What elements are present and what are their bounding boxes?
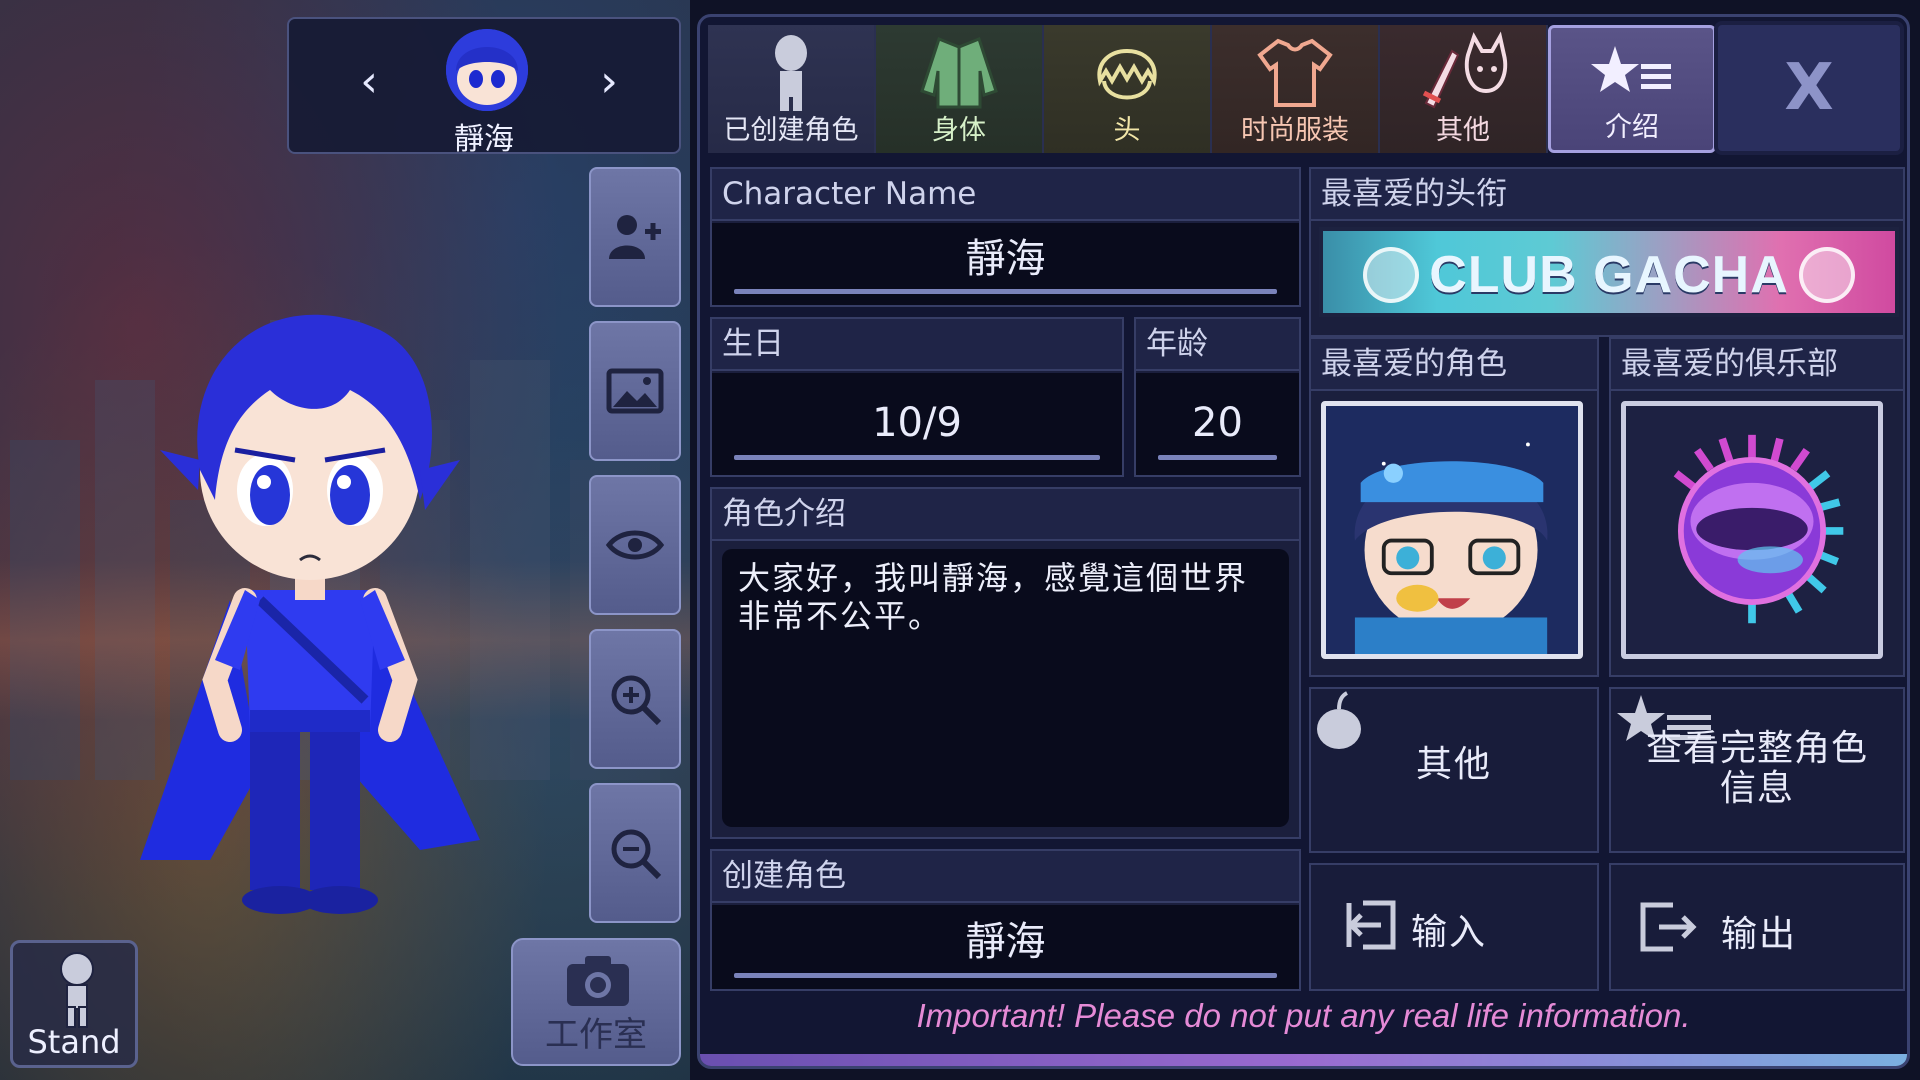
gacha-orb-icon: [1799, 247, 1855, 303]
import-icon: [1346, 900, 1396, 950]
favorite-title-badge[interactable]: CLUB GACHA: [1319, 227, 1899, 317]
input-underline: [734, 973, 1277, 978]
hair-icon: [1097, 49, 1157, 100]
zoom-out-icon: [611, 829, 662, 880]
view-full-profile-button[interactable]: 查看完整角色信息: [1609, 687, 1905, 853]
tab-label: 已创建角色: [723, 115, 859, 146]
favorite-character-label: 最喜爱的角色: [1311, 339, 1597, 391]
tab-label: 身体: [932, 115, 986, 146]
favorite-character-field: 最喜爱的角色: [1309, 337, 1599, 677]
visibility-button[interactable]: [589, 475, 681, 615]
export-icon: [1640, 902, 1697, 952]
tshirt-icon: [1257, 38, 1333, 107]
creator-title: 创建角色: [712, 851, 1299, 903]
star-list-icon: [1591, 46, 1671, 92]
bio-field: 角色介绍 大家好，我叫靜海，感覺這個世界非常不公平。: [710, 487, 1301, 839]
sword-cat-icon: [1422, 31, 1508, 109]
character-avatar[interactable]: [446, 29, 528, 111]
favorite-title-field: 最喜爱的头衔 CLUB GACHA: [1309, 167, 1905, 337]
character-figure[interactable]: [120, 300, 500, 940]
character-selector: ‹ › 靜海: [287, 17, 681, 157]
birthday-title: 生日: [712, 319, 1122, 371]
tab-profile[interactable]: 介绍: [1548, 25, 1716, 153]
next-character-arrow-icon[interactable]: ›: [584, 57, 634, 107]
background-button[interactable]: [589, 321, 681, 461]
tab-head[interactable]: 头: [1044, 25, 1212, 153]
zoom-out-button[interactable]: [589, 783, 681, 923]
tab-label: 头: [1113, 115, 1141, 146]
bio-textarea[interactable]: 大家好，我叫靜海，感覺這個世界非常不公平。: [722, 549, 1289, 827]
close-button[interactable]: X: [1714, 21, 1904, 155]
export-button[interactable]: 输出: [1609, 863, 1905, 991]
selected-character-name: 靜海: [454, 122, 514, 157]
tab-label: 其他: [1436, 115, 1490, 146]
character-name-title: Character Name: [712, 169, 1299, 221]
privacy-warning: Important! Please do not put any real li…: [916, 997, 1691, 1034]
other-button[interactable]: 其他: [1309, 687, 1599, 853]
favorite-club-field: 最喜爱的俱乐部: [1609, 337, 1905, 677]
input-underline: [1158, 455, 1277, 460]
import-button[interactable]: 输入: [1309, 863, 1599, 991]
other-label: 其他: [1415, 744, 1492, 785]
input-underline: [734, 455, 1100, 460]
eye-icon: [605, 530, 665, 560]
jacket-icon: [920, 37, 998, 109]
zoom-in-button[interactable]: [589, 629, 681, 769]
stand-pose-button[interactable]: Stand: [10, 940, 138, 1068]
favorite-club-label: 最喜爱的俱乐部: [1611, 339, 1903, 391]
view-full-profile-label: 查看完整角色信息: [1645, 728, 1868, 809]
image-icon: [606, 368, 664, 414]
add-character-button[interactable]: [589, 167, 681, 307]
age-field: 年龄 20: [1134, 317, 1301, 477]
creator-field: 创建角色 靜海: [710, 849, 1301, 991]
tab-body[interactable]: 身体: [876, 25, 1044, 153]
stage-tool-column: [589, 167, 681, 937]
zoom-in-icon: [611, 675, 662, 726]
camera-icon: [567, 956, 629, 1006]
bio-title: 角色介绍: [712, 489, 1299, 541]
profile-panel: 已创建角色 身体 头 时尚服装 其他 介绍 X Character Name 靜…: [697, 14, 1910, 1069]
character-silhouette-icon: [60, 952, 94, 1028]
age-title: 年龄: [1136, 319, 1299, 371]
birthday-field: 生日 10/9: [710, 317, 1124, 477]
character-stage: ‹ › 靜海 Stand 工作室: [0, 0, 690, 1080]
panel-bottom-bar: [700, 1054, 1907, 1066]
export-label: 输出: [1721, 914, 1798, 955]
previous-character-arrow-icon[interactable]: ‹: [344, 57, 394, 107]
favorite-character-image[interactable]: [1321, 401, 1583, 659]
stand-label: Stand: [27, 1023, 121, 1061]
favorite-club-image[interactable]: [1621, 401, 1883, 659]
tab-created-characters[interactable]: 已创建角色: [708, 25, 876, 153]
category-tabs: 已创建角色 身体 头 时尚服装 其他 介绍: [708, 25, 1716, 153]
favorite-title-label: 最喜爱的头衔: [1311, 169, 1903, 221]
tab-fashion[interactable]: 时尚服装: [1212, 25, 1380, 153]
tab-other[interactable]: 其他: [1380, 25, 1548, 153]
add-user-icon: [609, 215, 661, 259]
tab-label: 时尚服装: [1241, 115, 1349, 146]
input-underline: [734, 289, 1277, 294]
import-label: 输入: [1411, 912, 1488, 953]
studio-button[interactable]: 工作室: [511, 938, 681, 1066]
character-silhouette-icon: [775, 35, 807, 111]
studio-label: 工作室: [545, 1015, 647, 1055]
character-name-field: Character Name 靜海: [710, 167, 1301, 307]
